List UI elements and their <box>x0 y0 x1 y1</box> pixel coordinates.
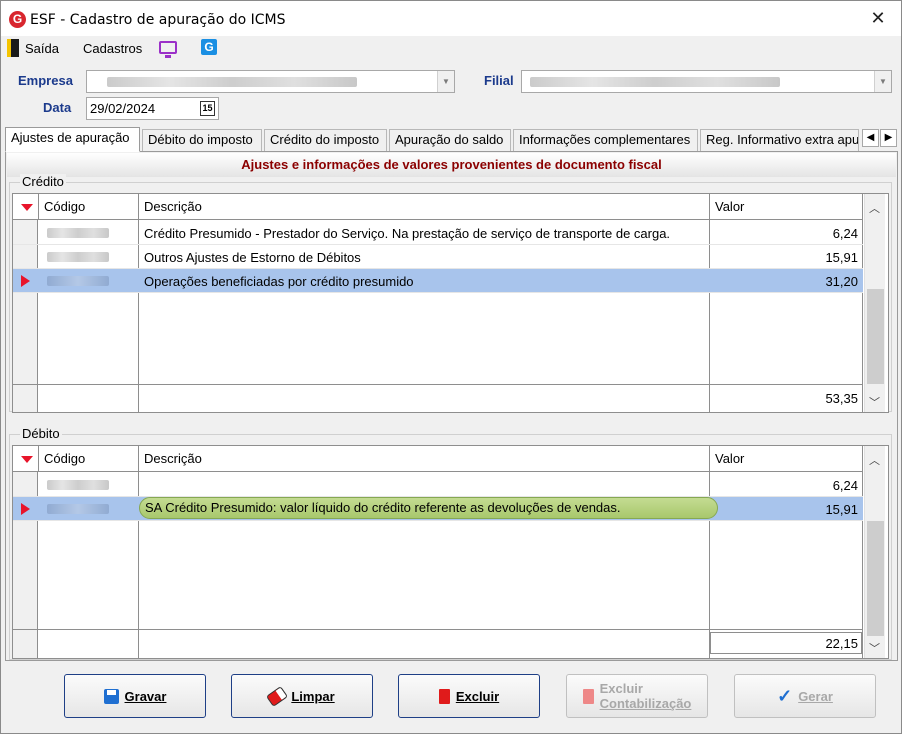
scroll-thumb[interactable] <box>867 521 884 636</box>
chevron-down-icon[interactable]: ▼ <box>874 71 891 92</box>
credito-scrollbar[interactable]: ︿ ﹀ <box>864 194 885 412</box>
scroll-thumb[interactable] <box>867 289 884 384</box>
menu-saida[interactable]: Saída <box>25 41 59 56</box>
redacted-codigo <box>47 228 109 238</box>
table-row[interactable]: Outros Ajustes de Estorno de Débitos 15,… <box>13 245 863 269</box>
close-button[interactable]: ✕ <box>855 1 901 36</box>
g-app-icon[interactable]: G <box>201 39 217 55</box>
chevron-up-icon[interactable]: ︿ <box>869 452 880 468</box>
monitor-icon[interactable] <box>159 41 177 58</box>
col-valor[interactable]: Valor <box>710 194 863 219</box>
tab-reg-informativo[interactable]: Reg. Informativo extra apu <box>700 129 859 151</box>
delete-button[interactable]: Excluir <box>398 674 540 718</box>
generate-button-label: Gerar <box>798 688 833 704</box>
col-codigo[interactable]: Código <box>39 194 139 219</box>
debito-legend: Débito <box>20 426 62 441</box>
trash-icon <box>582 688 594 704</box>
col-descricao[interactable]: Descrição <box>139 194 710 219</box>
credito-group: Crédito Código Descrição Valor Crédito P… <box>9 174 892 413</box>
chevron-down-icon[interactable]: ﹀ <box>869 640 880 656</box>
save-button-label: Gravar <box>124 688 167 704</box>
col-codigo[interactable]: Código <box>39 446 139 471</box>
table-row[interactable]: Crédito Presumido - Prestador do Serviço… <box>13 221 863 245</box>
tab-panel: Ajustes e informações de valores proveni… <box>5 151 898 661</box>
delete-accounting-button[interactable]: Excluir Contabilização <box>566 674 708 718</box>
window-title: ESF - Cadastro de apuração do ICMS <box>30 12 286 28</box>
row-valor: 6,24 <box>832 478 858 493</box>
redacted-empresa <box>107 77 357 87</box>
chevron-down-icon[interactable]: ﹀ <box>869 394 880 410</box>
row-descricao: Crédito Presumido - Prestador do Serviço… <box>144 226 671 241</box>
tab-apuracao-saldo[interactable]: Apuração do saldo <box>389 129 511 151</box>
tab-scroll-right-icon[interactable]: ▶ <box>880 129 897 147</box>
chevron-down-icon[interactable]: ▼ <box>437 71 454 92</box>
redacted-filial <box>530 77 780 87</box>
col-descricao[interactable]: Descrição <box>139 446 710 471</box>
date-field[interactable]: 29/02/2024 15 <box>86 97 219 120</box>
row-descricao: Outros Ajustes de Estorno de Débitos <box>144 250 361 265</box>
sort-icon[interactable] <box>13 194 39 219</box>
debito-group: Débito Código Descrição Valor 6,24 15,91… <box>9 426 892 660</box>
credito-total: 53,35 <box>825 391 858 406</box>
debito-grid-header: Código Descrição Valor <box>13 446 863 472</box>
eraser-icon <box>267 686 288 706</box>
row-valor: 15,91 <box>825 250 858 265</box>
tab-debito-imposto[interactable]: Débito do imposto <box>142 129 262 151</box>
table-row[interactable]: 6,24 <box>13 473 863 497</box>
delete-accounting-label-line1: Excluir <box>599 681 643 696</box>
trash-icon <box>438 688 450 704</box>
filial-select[interactable]: ▼ <box>521 70 892 93</box>
debito-scrollbar[interactable]: ︿ ﹀ <box>864 446 885 658</box>
chevron-up-icon[interactable]: ︿ <box>869 200 880 216</box>
title-bar: G ESF - Cadastro de apuração do ICMS ✕ <box>1 1 901 36</box>
redacted-codigo <box>47 480 109 490</box>
row-descricao <box>139 473 710 496</box>
app-logo-icon: G <box>9 11 26 28</box>
calendar-icon[interactable]: 15 <box>200 101 215 116</box>
menu-bar: Saída Cadastros G <box>1 36 901 61</box>
main-window: G ESF - Cadastro de apuração do ICMS ✕ S… <box>0 0 902 734</box>
exit-door-icon[interactable] <box>7 39 19 57</box>
row-valor: 6,24 <box>832 226 858 241</box>
current-row-icon <box>21 503 30 515</box>
delete-button-label: Excluir <box>455 688 500 704</box>
tab-strip: Ajustes de apuração Débito do imposto Cr… <box>5 127 899 152</box>
row-valor: 31,20 <box>825 274 858 289</box>
sort-icon[interactable] <box>13 446 39 471</box>
col-valor[interactable]: Valor <box>710 446 863 471</box>
empresa-select[interactable]: ▼ <box>86 70 455 93</box>
credito-legend: Crédito <box>20 174 66 189</box>
panel-header: Ajustes e informações de valores proveni… <box>7 153 896 177</box>
tab-informacoes-complementares[interactable]: Informações complementares <box>513 129 698 151</box>
filial-label: Filial <box>484 73 514 88</box>
tab-ajustes-apuracao[interactable]: Ajustes de apuração <box>5 127 140 152</box>
redacted-codigo <box>47 252 109 262</box>
description-hint: SA Crédito Presumido: valor líquido do c… <box>139 497 718 519</box>
empresa-label: Empresa <box>18 73 73 88</box>
menu-cadastros[interactable]: Cadastros <box>83 41 142 56</box>
table-row-selected[interactable]: Operações beneficiadas por crédito presu… <box>13 269 863 293</box>
tab-credito-imposto[interactable]: Crédito do imposto <box>264 129 387 151</box>
generate-button[interactable]: ✓ Gerar <box>734 674 876 718</box>
clear-button-label: Limpar <box>291 688 335 704</box>
save-button[interactable]: Gravar <box>64 674 206 718</box>
redacted-codigo <box>47 276 109 286</box>
row-descricao: Operações beneficiadas por crédito presu… <box>144 274 414 289</box>
redacted-codigo <box>47 504 109 514</box>
tab-scroll-left-icon[interactable]: ◀ <box>862 129 879 147</box>
credito-grid-header: Código Descrição Valor <box>13 194 863 220</box>
current-row-icon <box>21 275 30 287</box>
debito-total: 22,15 <box>825 636 858 651</box>
data-label: Data <box>43 100 72 115</box>
date-value: 29/02/2024 <box>90 101 156 116</box>
delete-accounting-label-line2: Contabilização <box>599 696 692 711</box>
save-icon <box>103 688 119 704</box>
checkmark-icon: ✓ <box>777 685 793 706</box>
debito-grid: Código Descrição Valor 6,24 15,91 SA Cré… <box>12 445 889 659</box>
clear-button[interactable]: Limpar <box>231 674 373 718</box>
row-valor: 15,91 <box>825 502 858 517</box>
credito-grid: Código Descrição Valor Crédito Presumido… <box>12 193 889 413</box>
